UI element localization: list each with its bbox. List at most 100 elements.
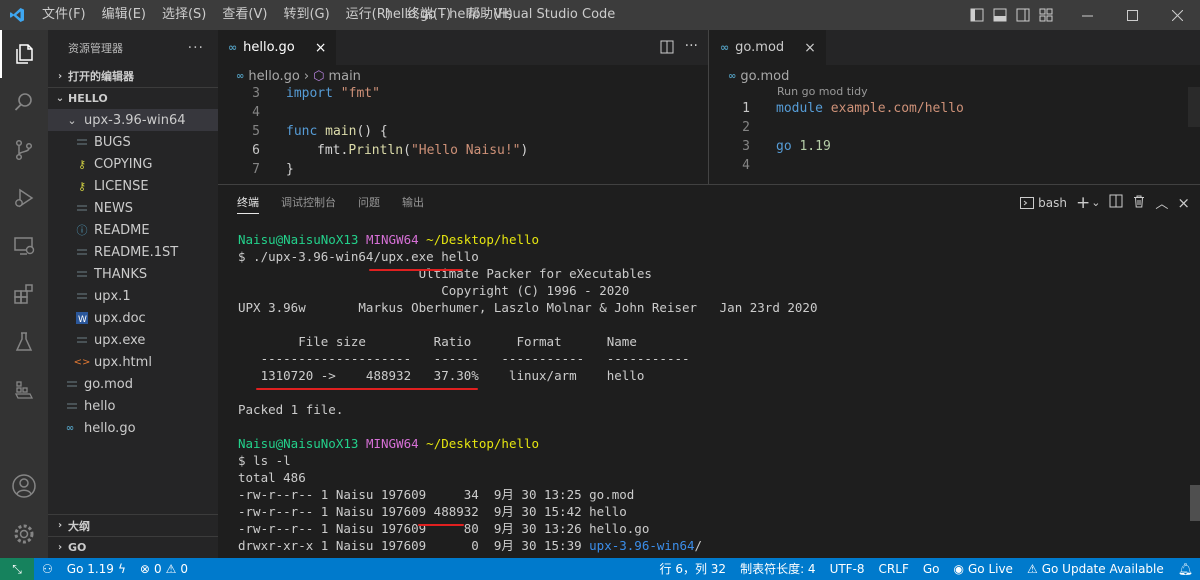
problems-indicator[interactable]: ⊗ 0 ⚠ 0 (133, 558, 195, 580)
info-file-icon: ⓘ (76, 224, 88, 237)
remote-explorer-icon[interactable] (0, 222, 48, 270)
file-label: upx.html (94, 354, 152, 370)
new-terminal-icon[interactable]: + (1076, 193, 1090, 213)
codelens-run-go-mod-tidy[interactable]: Run go mod tidy (710, 85, 1200, 99)
end-of-line[interactable]: CRLF (872, 558, 916, 580)
split-editor-icon[interactable] (660, 40, 674, 58)
search-icon[interactable] (0, 78, 48, 126)
file-upx-1[interactable]: upx.1 (48, 285, 218, 307)
remote-indicator[interactable]: ⤡ (0, 558, 34, 580)
go-live-button[interactable]: ◉ Go Live (947, 558, 1020, 580)
code-text: () { (356, 124, 388, 139)
language-mode[interactable]: Go (916, 558, 947, 580)
breadcrumb-symbol[interactable]: main (328, 69, 360, 84)
terminal-line: Packed 1 file. (238, 402, 344, 417)
explorer-icon[interactable] (0, 30, 48, 78)
tab-output[interactable]: 输出 (402, 185, 424, 220)
section-label: 打开的编辑器 (68, 70, 134, 83)
toggle-sidebar-icon[interactable] (965, 0, 988, 30)
menu-terminal[interactable]: 终端(T) (399, 0, 459, 30)
close-icon[interactable]: × (315, 40, 327, 56)
tab-debug-console[interactable]: 调试控制台 (281, 185, 336, 220)
terminal-line: Ultimate Packer for eXecutables (238, 266, 652, 281)
maximize-panel-icon[interactable]: ︿ (1155, 193, 1168, 212)
terminal-line: 1310720 -> 488932 37.30% linux/arm hello (238, 368, 645, 383)
more-actions-icon[interactable]: ··· (188, 40, 204, 56)
workspace-section[interactable]: ⌄ HELLO (48, 87, 218, 109)
menu-view[interactable]: 查看(V) (214, 0, 275, 30)
terminal-output[interactable]: Naisu@NaisuNoX13 MINGW64 ~/Desktop/hello… (238, 231, 817, 554)
menu-edit[interactable]: 编辑(E) (94, 0, 154, 30)
customize-layout-icon[interactable] (1034, 0, 1057, 30)
more-actions-icon[interactable]: ··· (685, 38, 698, 54)
manage-gear-icon[interactable] (0, 510, 48, 558)
close-icon[interactable]: × (804, 40, 816, 56)
git-repo-indicator[interactable]: ⚇ (34, 558, 60, 580)
split-terminal-icon[interactable] (1109, 194, 1123, 211)
menu-selection[interactable]: 选择(S) (154, 0, 214, 30)
file-news[interactable]: NEWS (48, 197, 218, 219)
menu-bar: 文件(F) 编辑(E) 选择(S) 查看(V) 转到(G) 运行(R) 终端(T… (34, 0, 521, 30)
terminal-line: drwxr-xr-x 1 Naisu 197609 0 9月 30 15:39 … (238, 537, 817, 554)
file-hello-go[interactable]: ∞ hello.go (48, 417, 218, 439)
license-file-icon: ⚷ (77, 157, 87, 171)
source-control-icon[interactable] (0, 126, 48, 174)
toggle-panel-icon[interactable] (988, 0, 1011, 30)
trash-icon[interactable] (1132, 194, 1146, 211)
file-upx-exe[interactable]: upx.exe (48, 329, 218, 351)
menu-run[interactable]: 运行(R) (338, 0, 399, 30)
cursor-position[interactable]: 行 6，列 32 (653, 558, 734, 580)
chevron-down-icon[interactable]: ⌄ (1091, 196, 1100, 209)
maximize-button[interactable] (1110, 0, 1155, 30)
file-readme-1st[interactable]: README.1ST (48, 241, 218, 263)
go-update-button[interactable]: ⚠ Go Update Available (1020, 558, 1171, 580)
open-editors-section[interactable]: › 打开的编辑器 (48, 65, 218, 87)
minimize-button[interactable] (1065, 0, 1110, 30)
menu-file[interactable]: 文件(F) (34, 0, 94, 30)
file-upx-html[interactable]: <> upx.html (48, 351, 218, 373)
folder-upx[interactable]: ⌄ upx-3.96-win64 (48, 109, 218, 131)
terminal-shell-selector[interactable]: bash (1020, 196, 1067, 210)
notifications-bell-icon[interactable]: 🔔︎ (1171, 558, 1200, 580)
tab-terminal[interactable]: 终端 (237, 192, 259, 214)
file-go-mod[interactable]: go.mod (48, 373, 218, 395)
tab-go-mod[interactable]: ∞ go.mod × (710, 30, 826, 65)
tab-size[interactable]: 制表符长度: 4 (733, 558, 823, 580)
breadcrumb-file[interactable]: hello.go (248, 69, 300, 84)
close-panel-icon[interactable]: × (1177, 194, 1190, 212)
breadcrumb-file[interactable]: go.mod (740, 69, 789, 84)
menu-help[interactable]: 帮助(H) (459, 0, 521, 30)
file-upx-doc[interactable]: Wupx.doc (48, 307, 218, 329)
code-editor[interactable]: Run go mod tidy 1 module example.com/hell… (710, 85, 1200, 175)
code-editor[interactable]: 3 import "fmt" 4 5 func main() { 6 fmt.Prin… (218, 84, 708, 179)
ls-dir-name: upx-3.96-win64 (589, 538, 695, 553)
license-file-icon: ⚷ (77, 179, 87, 193)
close-button[interactable] (1155, 0, 1200, 30)
testing-icon[interactable] (0, 318, 48, 366)
terminal-scrollbar[interactable] (1190, 485, 1200, 521)
file-thanks[interactable]: THANKS (48, 263, 218, 285)
docker-icon[interactable] (0, 366, 48, 414)
file-hello[interactable]: hello (48, 395, 218, 417)
file-license[interactable]: ⚷ LICENSE (48, 175, 218, 197)
account-icon[interactable] (0, 462, 48, 510)
file-readme[interactable]: ⓘ README (48, 219, 218, 241)
toggle-secondary-sidebar-icon[interactable] (1011, 0, 1034, 30)
file-copying[interactable]: ⚷ COPYING (48, 153, 218, 175)
tab-problems[interactable]: 问题 (358, 185, 380, 220)
outline-section[interactable]: › 大纲 (48, 514, 218, 536)
menu-go[interactable]: 转到(G) (275, 0, 337, 30)
encoding[interactable]: UTF-8 (823, 558, 872, 580)
vscode-logo-icon (0, 0, 34, 30)
error-icon: ⊗ (139, 562, 150, 576)
code-text: } (286, 162, 294, 177)
go-section[interactable]: › GO (48, 536, 218, 558)
go-version[interactable]: Go 1.19 ϟ (60, 558, 133, 580)
file-bugs[interactable]: BUGS (48, 131, 218, 153)
file-label: BUGS (94, 134, 131, 150)
extensions-icon[interactable] (0, 270, 48, 318)
run-debug-icon[interactable] (0, 174, 48, 222)
tab-hello-go[interactable]: ∞ hello.go × (218, 30, 337, 65)
editor-scrollbar[interactable] (1188, 87, 1200, 127)
